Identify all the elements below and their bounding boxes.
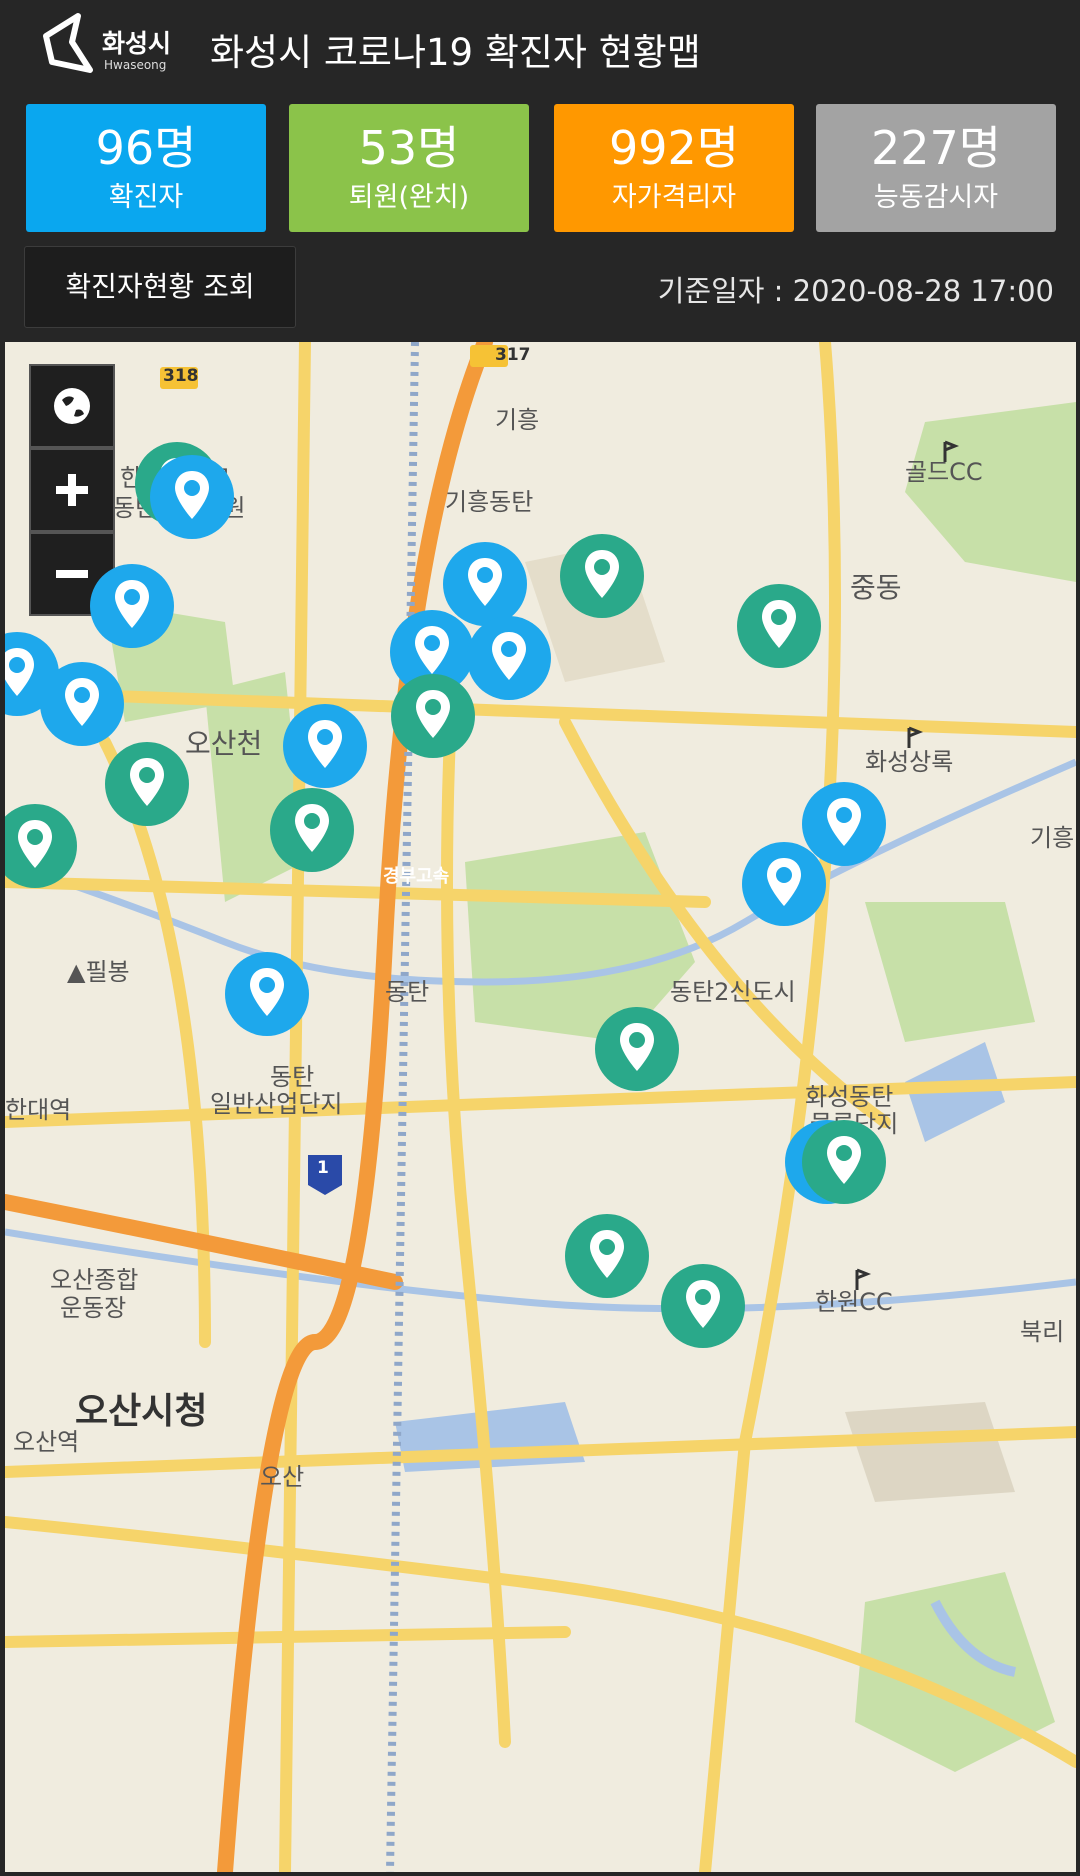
released-marker[interactable] <box>565 1214 649 1298</box>
label-hanwon-cc: 한원CC <box>815 1288 893 1316</box>
confirmed-marker[interactable] <box>225 952 309 1036</box>
label-pilbong: ▲필봉 <box>67 958 130 986</box>
hwaseong-logo: 화성시 Hwaseong <box>38 12 188 82</box>
map-pin-icon <box>827 798 861 846</box>
map-pin-icon <box>762 600 796 648</box>
map-pin-icon <box>492 632 526 680</box>
label-jungdong: 중동 <box>850 571 902 604</box>
map-base-layer <box>5 342 1076 1872</box>
reference-date: 기준일자 : 2020-08-28 17:00 <box>657 274 1054 308</box>
map-pin-icon <box>250 968 284 1016</box>
map-pin-icon <box>416 690 450 738</box>
label-giheung-dongtan: 기흥동탄 <box>445 488 534 516</box>
map-pin-icon <box>5 648 34 696</box>
stat-quarantine-value: 992명 <box>608 121 740 175</box>
logo-english-text: Hwaseong <box>104 58 167 72</box>
label-gold-cc: 골드CC <box>905 458 983 486</box>
map-view[interactable]: 317 318 1 기흥 기흥동탄 골드CC 중동 한림대학교 동탄성심병원 오… <box>5 342 1076 1872</box>
map-pin-icon <box>115 580 149 628</box>
label-osan-station: 오산역 <box>13 1428 80 1456</box>
confirmed-marker[interactable] <box>802 782 886 866</box>
label-osan-ic: 오산 <box>260 1463 305 1491</box>
route-317-label: 317 <box>495 345 531 365</box>
confirmed-marker[interactable] <box>742 842 826 926</box>
stat-confirmed-card: 96명 확진자 <box>26 104 266 232</box>
label-osan-stadium-2: 운동장 <box>60 1294 127 1322</box>
stat-monitor-label: 능동감시자 <box>873 182 999 213</box>
map-home-button[interactable] <box>29 364 115 448</box>
released-marker[interactable] <box>737 584 821 668</box>
map-pin-icon <box>65 678 99 726</box>
released-marker[interactable] <box>560 534 644 618</box>
label-osancheon: 오산천 <box>185 727 263 760</box>
confirmed-status-query-button[interactable]: 확진자현황 조회 <box>24 246 296 328</box>
released-marker[interactable] <box>270 788 354 872</box>
label-bukri: 북리 <box>1020 1318 1065 1346</box>
map-pin-icon <box>18 820 52 868</box>
confirmed-marker[interactable] <box>467 616 551 700</box>
zoom-out-icon <box>56 570 88 578</box>
logo-korean-text: 화성시 <box>102 29 172 58</box>
released-marker[interactable] <box>802 1120 886 1204</box>
map-pin-icon <box>590 1230 624 1278</box>
zoom-in-icon <box>56 474 88 506</box>
stat-released-value: 53명 <box>358 121 460 175</box>
confirmed-marker[interactable] <box>90 564 174 648</box>
page-title: 화성시 코로나19 확진자 현황맵 <box>210 31 701 74</box>
app-header: 화성시 Hwaseong 화성시 코로나19 확진자 현황맵 <box>0 0 1080 100</box>
confirmed-marker[interactable] <box>150 455 234 539</box>
released-marker[interactable] <box>105 742 189 826</box>
label-dongtan-jc: 동탄 <box>385 978 430 1006</box>
logo-mark-icon <box>43 13 93 73</box>
map-pin-icon <box>767 858 801 906</box>
confirmed-marker[interactable] <box>40 662 124 746</box>
map-pin-icon <box>585 550 619 598</box>
label-univ-station: 한대역 <box>5 1096 72 1124</box>
confirmed-marker[interactable] <box>443 542 527 626</box>
stat-confirmed-value: 96명 <box>95 121 197 175</box>
globe-icon <box>54 388 90 424</box>
map-pin-icon <box>295 804 329 852</box>
stat-released-card: 53명 퇴원(완치) <box>289 104 529 232</box>
stat-monitor-value: 227명 <box>870 121 1002 175</box>
stat-quarantine-card: 992명 자가격리자 <box>554 104 794 232</box>
label-osan-city-hall: 오산시청 <box>75 1391 208 1432</box>
map-pin-icon <box>468 558 502 606</box>
label-giheung-right: 기흥 <box>1030 824 1075 852</box>
stat-released-label: 퇴원(완치) <box>348 182 470 213</box>
label-dongtan2: 동탄2신도시 <box>670 978 796 1006</box>
map-pin-icon <box>415 626 449 674</box>
map-pin-icon <box>130 758 164 806</box>
route-1-label: 1 <box>317 1158 329 1178</box>
map-pin-icon <box>620 1023 654 1071</box>
released-marker[interactable] <box>661 1264 745 1348</box>
released-marker[interactable] <box>391 674 475 758</box>
label-giheung: 기흥 <box>495 406 540 434</box>
stat-confirmed-label: 확진자 <box>108 182 184 213</box>
map-pin-icon <box>686 1280 720 1328</box>
label-hwaseong-sangnok: 화성상록 <box>865 748 954 776</box>
label-gyeongbu-expressway: 경부고속 <box>383 866 450 887</box>
stat-quarantine-label: 자가격리자 <box>611 182 737 213</box>
map-pin-icon <box>827 1136 861 1184</box>
label-dongtan-industrial-2: 일반산업단지 <box>210 1090 343 1118</box>
stat-monitor-card: 227명 능동감시자 <box>816 104 1056 232</box>
map-pin-icon <box>308 720 342 768</box>
map-pin-icon <box>175 471 209 519</box>
route-318-label: 318 <box>163 366 199 386</box>
confirmed-marker[interactable] <box>283 704 367 788</box>
released-marker[interactable] <box>595 1007 679 1091</box>
zoom-in-button[interactable] <box>29 448 115 532</box>
